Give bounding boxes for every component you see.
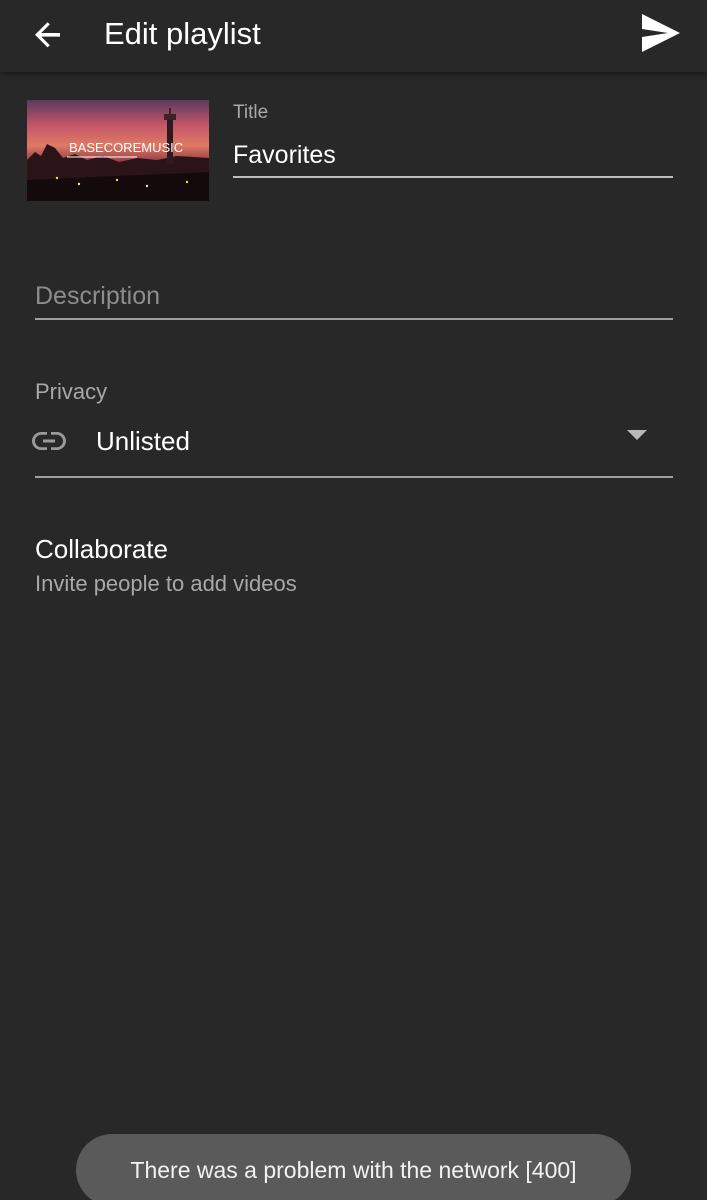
page-title: Edit playlist (104, 16, 261, 51)
send-button[interactable] (632, 8, 688, 58)
playlist-thumbnail: BASECOREMUSIC (27, 100, 209, 201)
app-bar: Edit playlist (0, 0, 707, 72)
thumbnail-overlay-text: BASECOREMUSIC (69, 140, 183, 155)
link-icon (29, 424, 69, 458)
collaborate-title: Collaborate (35, 534, 168, 564)
chevron-down-icon (625, 428, 649, 442)
privacy-dropdown[interactable]: Unlisted (32, 412, 673, 478)
arrow-back-icon (35, 22, 60, 48)
edit-playlist-screen: Edit playlist BASECOREMUSIC Title Favori… (0, 0, 707, 1200)
description-field[interactable] (35, 278, 673, 320)
network-error-toast: There was a problem with the network [40… (76, 1134, 631, 1200)
toast-message: There was a problem with the network [40… (130, 1157, 577, 1183)
privacy-label: Privacy (35, 379, 108, 404)
privacy-value: Unlisted (96, 426, 190, 456)
collaborate-option[interactable]: Collaborate Invite people to add videos (35, 532, 673, 604)
title-label: Title (233, 102, 269, 123)
back-button[interactable] (26, 12, 70, 56)
title-field[interactable] (233, 138, 673, 178)
collaborate-subtitle: Invite people to add videos (35, 571, 297, 596)
send-icon (642, 14, 680, 52)
